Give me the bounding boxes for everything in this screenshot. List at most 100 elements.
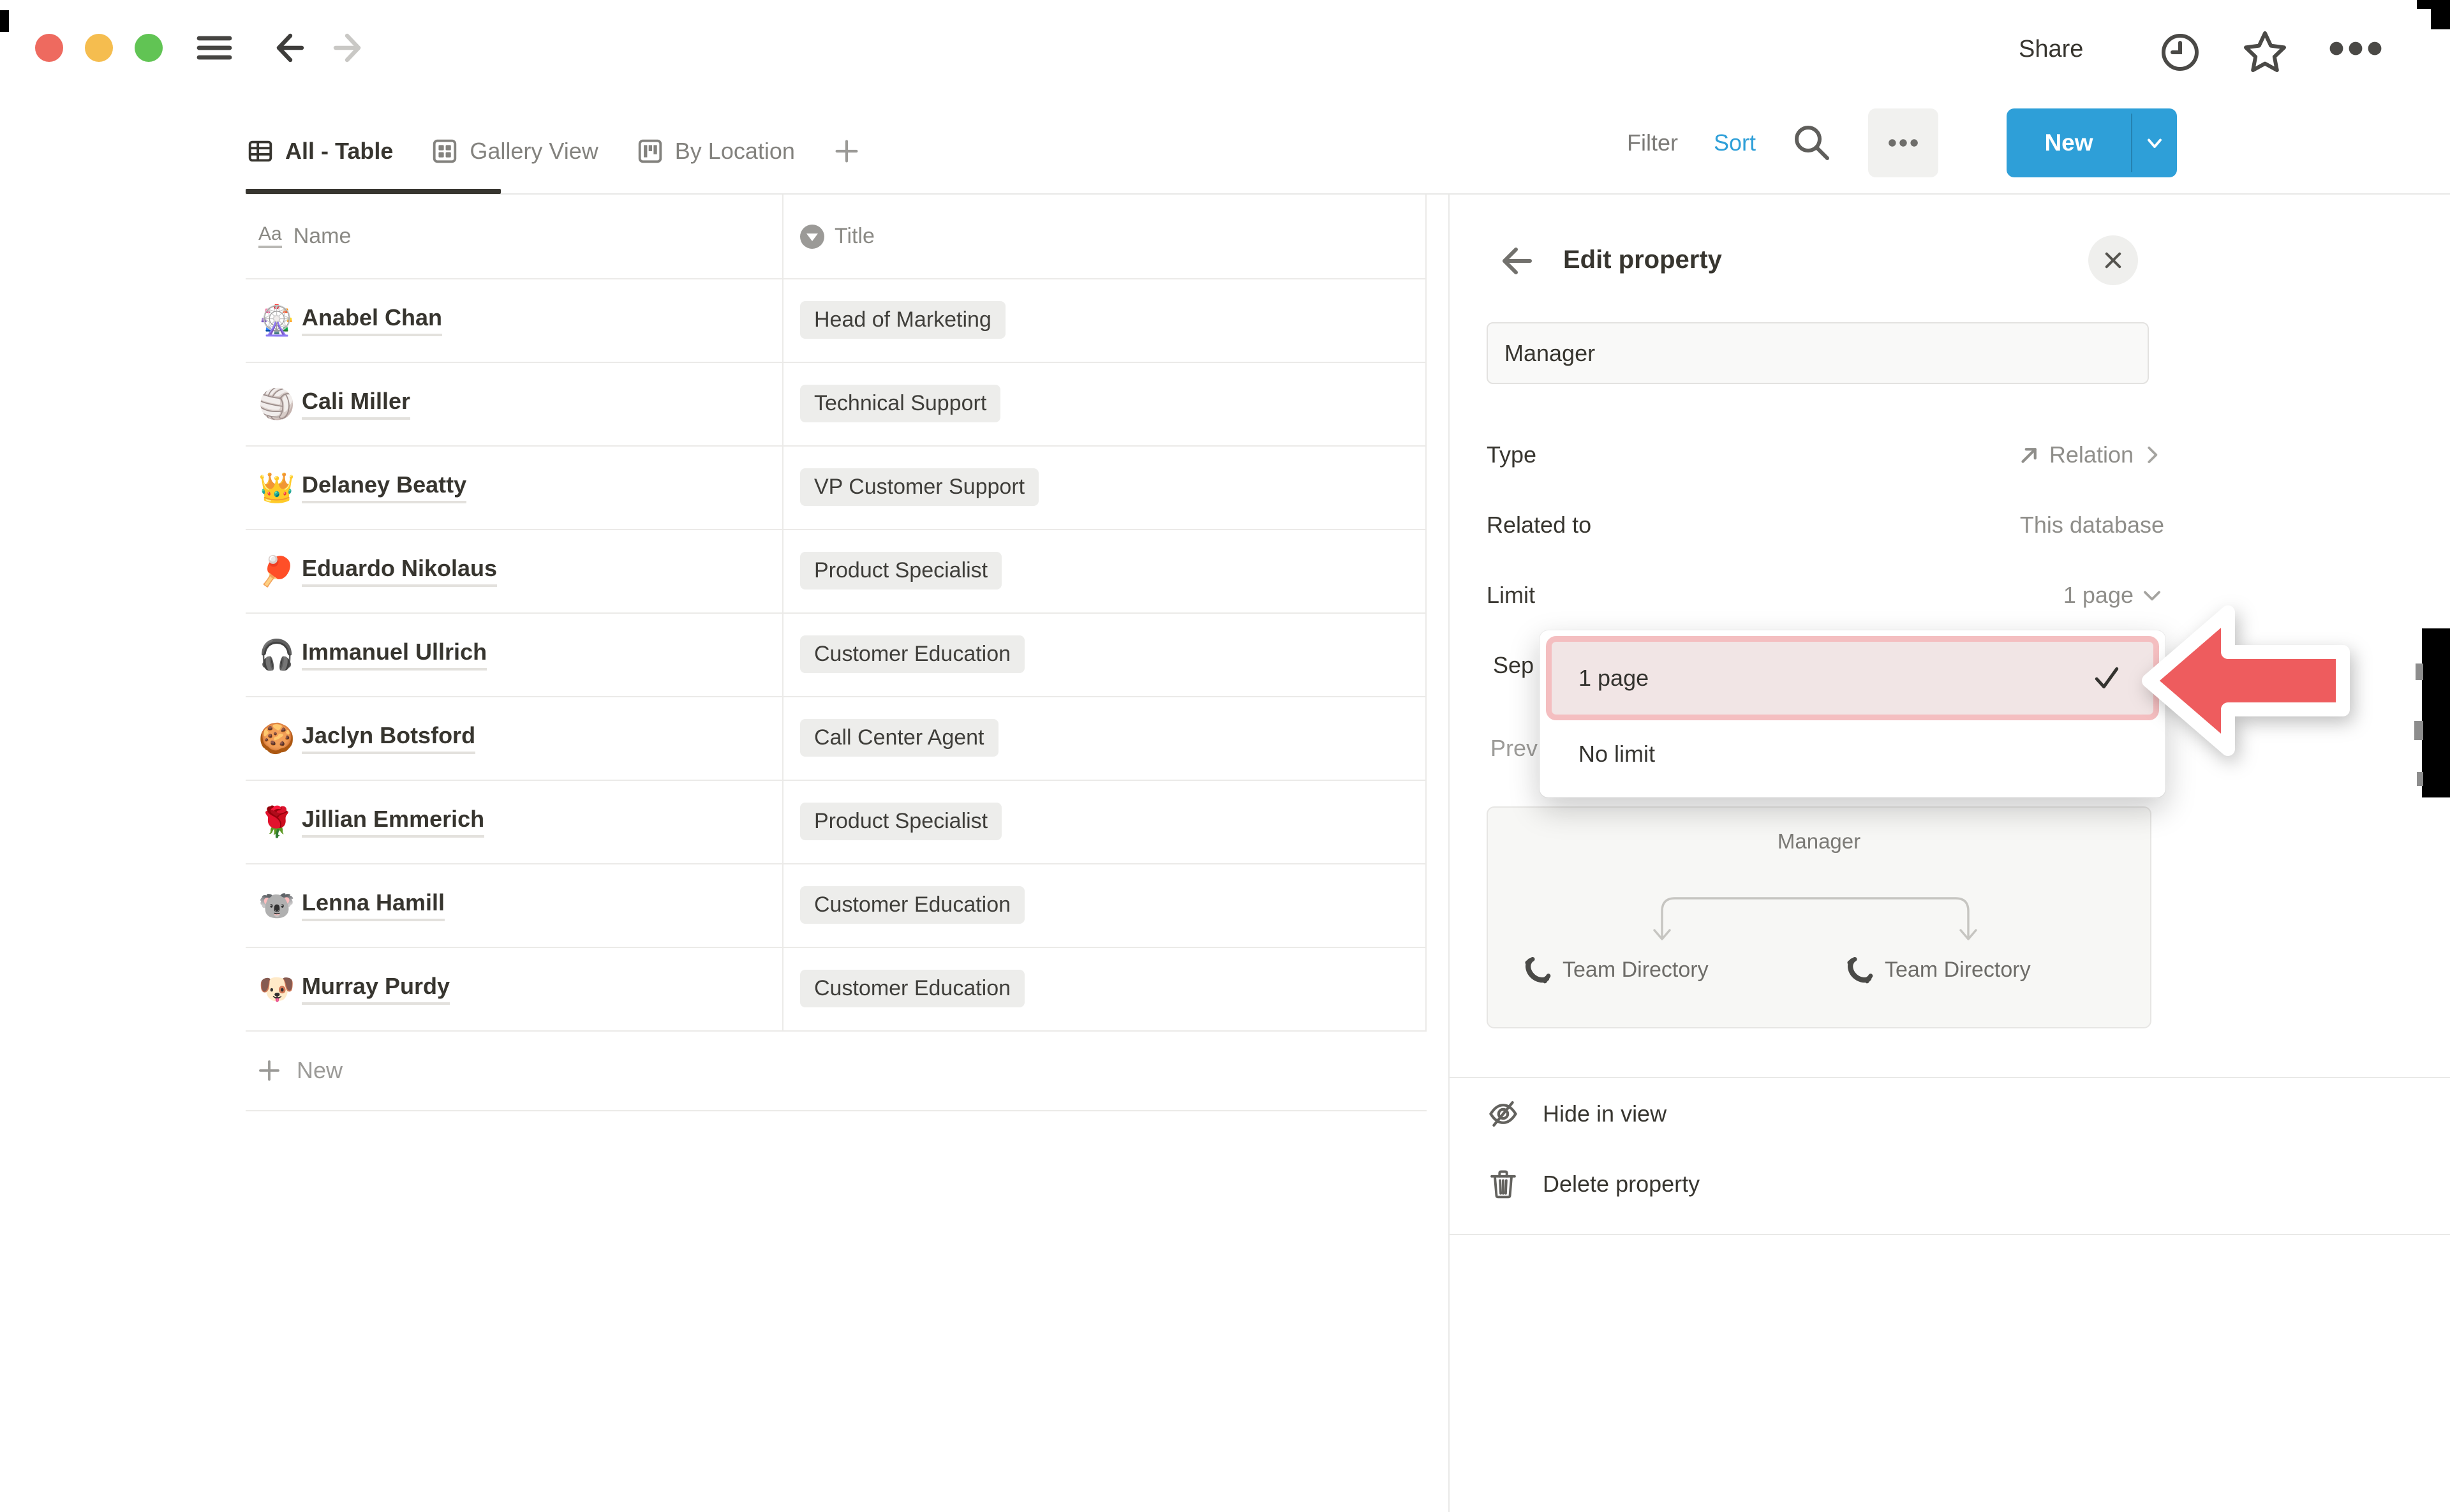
- table-view-icon: [246, 137, 275, 166]
- new-split-button: New: [2007, 108, 2177, 177]
- page-link[interactable]: Lenna Hamill: [302, 889, 445, 921]
- relation-bracket-diagram: [1646, 887, 1984, 951]
- edge-artifact: [2422, 628, 2450, 797]
- panel-title: Edit property: [1563, 246, 1722, 274]
- page-link[interactable]: Jillian Emmerich: [302, 806, 484, 838]
- page-link[interactable]: Cali Miller: [302, 388, 410, 420]
- page-emoji: 🏓: [258, 556, 302, 586]
- select-tag: Call Center Agent: [800, 719, 999, 757]
- select-tag: Customer Education: [800, 886, 1025, 924]
- hamburger-icon[interactable]: [197, 33, 232, 63]
- eye-off-icon: [1487, 1097, 1520, 1130]
- trash-icon: [1487, 1167, 1520, 1201]
- tab-label: Gallery View: [470, 138, 598, 165]
- select-tag: Head of Marketing: [800, 301, 1006, 339]
- select-tag: Customer Education: [800, 970, 1025, 1007]
- window-controls[interactable]: [35, 34, 163, 62]
- property-type-row[interactable]: Type Relation: [1487, 424, 2164, 485]
- view-options-button[interactable]: [1868, 108, 1938, 177]
- page-link[interactable]: Delaney Beatty: [302, 471, 466, 503]
- select-tag: Technical Support: [800, 385, 1000, 422]
- preview-label-partial: Prev: [1490, 735, 1538, 762]
- column-header-name[interactable]: Aa Name: [246, 195, 783, 278]
- tab-by-location[interactable]: By Location: [635, 137, 795, 166]
- limit-dropdown-menu: 1 page No limit: [1540, 630, 2165, 797]
- page-emoji: 🌹: [258, 807, 302, 836]
- search-icon[interactable]: [1792, 122, 1832, 163]
- close-icon: [2102, 249, 2124, 271]
- tab-label: All - Table: [285, 138, 393, 165]
- page-link[interactable]: Eduardo Nikolaus: [302, 555, 497, 587]
- preview-relation-name: Manager: [1487, 829, 2151, 854]
- panel-back-button[interactable]: [1498, 244, 1535, 278]
- edge-artifact: [2417, 0, 2450, 9]
- sort-button[interactable]: Sort: [1714, 130, 1756, 156]
- select-property-icon: [800, 225, 824, 249]
- separate-label-partial: Sep: [1493, 652, 1534, 679]
- board-view-icon: [635, 137, 665, 166]
- tab-all-table[interactable]: All - Table: [246, 137, 393, 166]
- preview-database-left: Team Directory: [1523, 956, 1709, 984]
- select-tag: Customer Education: [800, 635, 1025, 673]
- table-row: 👑Delaney Beatty VP Customer Support: [246, 445, 1427, 530]
- page-emoji: 🐨: [258, 891, 302, 920]
- table-row: 🐨Lenna Hamill Customer Education: [246, 863, 1427, 948]
- table-row: 🐶Murray Purdy Customer Education: [246, 947, 1427, 1032]
- table-header: Aa Name Title: [246, 195, 1427, 279]
- page-link[interactable]: Jaclyn Botsford: [302, 722, 475, 754]
- filter-button[interactable]: Filter: [1627, 130, 1678, 156]
- panel-close-button[interactable]: [2088, 235, 2138, 285]
- table-row: 🏓Eduardo Nikolaus Product Specialist: [246, 529, 1427, 614]
- edge-artifact: [0, 10, 9, 32]
- tab-gallery-view[interactable]: Gallery View: [430, 137, 598, 166]
- select-tag: Product Specialist: [800, 552, 1002, 589]
- view-toolbar: Filter Sort: [1627, 108, 1938, 177]
- new-dropdown-button[interactable]: [2132, 108, 2177, 177]
- phone-icon: [1845, 956, 1873, 984]
- select-tag: Product Specialist: [800, 803, 1002, 840]
- page-emoji: 🎡: [258, 306, 302, 335]
- gallery-view-icon: [430, 137, 459, 166]
- dropdown-option-1-page[interactable]: 1 page: [1546, 636, 2159, 720]
- forward-arrow-icon[interactable]: [330, 32, 366, 64]
- edge-artifact: [2417, 772, 2423, 786]
- property-name-input[interactable]: [1487, 322, 2149, 384]
- new-button[interactable]: New: [2007, 108, 2131, 177]
- page-link[interactable]: Immanuel Ullrich: [302, 639, 487, 671]
- table-new-row-button[interactable]: New: [246, 1030, 1427, 1111]
- zoom-window-button[interactable]: [135, 34, 163, 62]
- panel-divider: [1448, 195, 1450, 1512]
- chevron-right-icon: [2140, 443, 2164, 467]
- dropdown-option-no-limit[interactable]: No limit: [1578, 727, 1655, 781]
- page-emoji: 🎧: [258, 640, 302, 669]
- view-tabs: All - Table Gallery View By Location: [246, 108, 861, 193]
- page-emoji: 🏐: [258, 389, 302, 419]
- column-header-title[interactable]: Title: [783, 195, 1427, 278]
- add-view-button[interactable]: [832, 137, 861, 166]
- preview-database-right: Team Directory: [1845, 956, 2031, 984]
- page-emoji: 👑: [258, 473, 302, 502]
- edge-artifact: [2416, 663, 2423, 680]
- delete-property-button[interactable]: Delete property: [1487, 1155, 2163, 1213]
- back-arrow-icon[interactable]: [271, 32, 307, 64]
- select-tag: VP Customer Support: [800, 468, 1039, 506]
- minimize-window-button[interactable]: [85, 34, 113, 62]
- close-window-button[interactable]: [35, 34, 63, 62]
- share-button[interactable]: Share: [2019, 36, 2083, 63]
- star-icon[interactable]: [2241, 29, 2289, 75]
- page-link[interactable]: Anabel Chan: [302, 304, 442, 336]
- chevron-down-icon: [2143, 131, 2166, 154]
- table-row: 🏐Cali Miller Technical Support: [246, 362, 1427, 447]
- phone-icon: [1523, 956, 1551, 984]
- page-emoji: 🐶: [258, 974, 302, 1004]
- ellipsis-icon[interactable]: [2328, 40, 2384, 57]
- property-limit-row[interactable]: Limit 1 page: [1487, 565, 2164, 626]
- history-clock-icon[interactable]: [2158, 31, 2202, 74]
- annotation-arrow: [2125, 593, 2367, 778]
- page-link[interactable]: Murray Purdy: [302, 973, 450, 1005]
- hide-in-view-button[interactable]: Hide in view: [1487, 1085, 2163, 1143]
- panel-bottom-divider: [1450, 1234, 2450, 1235]
- property-related-row[interactable]: Related to This database: [1487, 494, 2164, 556]
- plus-icon: [256, 1057, 283, 1084]
- table-row: 🌹Jillian Emmerich Product Specialist: [246, 780, 1427, 864]
